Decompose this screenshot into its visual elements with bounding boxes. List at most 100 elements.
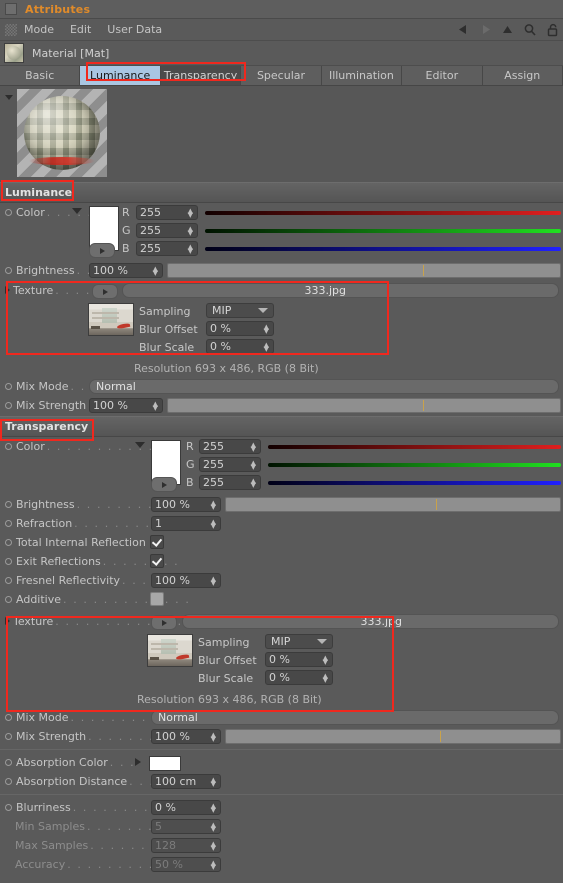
absorption-distance-bullet[interactable] [5,777,12,785]
tab-specular[interactable]: Specular [241,66,322,85]
transparency-fresnel-spinner[interactable]: ▲ ▼ [211,575,217,586]
transparency-color-expand-icon[interactable] [135,442,145,448]
luminance-mix-strength-slider[interactable] [167,398,561,413]
transparency-b-slider[interactable] [268,481,561,485]
luminance-brightness-field[interactable]: 100 % ▲ ▼ [89,263,163,278]
luminance-mix-mode-bullet[interactable] [5,382,12,390]
max-samples-field[interactable]: 128 ▲ ▼ [151,838,221,853]
min-samples-field[interactable]: 5 ▲ ▼ [151,819,221,834]
transparency-texture-menu-button[interactable] [151,615,177,630]
absorption-color-swatch[interactable] [149,756,181,771]
transparency-blur-offset-field[interactable]: 0 % ▲ ▼ [265,652,333,667]
luminance-texture-filename-field[interactable]: 333.jpg [122,283,559,298]
luminance-texture-expand-icon[interactable] [5,286,10,294]
luminance-mix-strength-bullet[interactable] [5,401,12,409]
transparency-tir-checkbox[interactable] [150,535,164,549]
transparency-b-field[interactable]: 255 ▲ ▼ [199,475,261,490]
luminance-color-mode-button[interactable] [89,243,115,258]
transparency-additive-bullet[interactable] [5,595,12,603]
transparency-color-mode-button[interactable] [151,477,177,492]
tab-illumination[interactable]: Illumination [321,66,403,85]
transparency-mix-mode-bullet[interactable] [5,713,12,721]
absorption-distance-spinner[interactable]: ▲ ▼ [211,776,217,787]
transparency-brightness-spinner[interactable]: ▲ ▼ [211,499,217,510]
luminance-texture-thumbnail[interactable] [88,303,134,336]
transparency-mix-strength-spinner[interactable]: ▲ ▼ [211,731,217,742]
luminance-b-slider[interactable] [205,247,561,251]
luminance-sampling-dropdown[interactable]: MIP [206,303,274,318]
transparency-g-spinner[interactable]: ▲ ▼ [251,459,257,470]
absorption-color-bullet[interactable] [5,758,12,766]
transparency-g-field[interactable]: 255 ▲ ▼ [199,457,261,472]
luminance-r-field[interactable]: 255 ▲ ▼ [136,205,198,220]
transparency-texture-expand-icon[interactable] [5,617,10,625]
transparency-r-slider[interactable] [268,445,561,449]
luminance-brightness-slider[interactable] [167,263,561,278]
collapse-triangle-icon[interactable] [5,95,13,100]
menu-mode[interactable]: Mode [24,23,54,36]
window-box-icon[interactable] [5,3,17,15]
up-arrow-icon[interactable] [501,23,514,36]
luminance-mix-strength-spinner[interactable]: ▲ ▼ [153,400,159,411]
absorption-distance-field[interactable]: 100 cm ▲ ▼ [151,774,221,789]
transparency-mix-mode-dropdown[interactable]: Normal [151,710,559,725]
luminance-blur-offset-spinner[interactable]: ▲ ▼ [264,323,270,334]
min-samples-spinner[interactable]: ▲ ▼ [211,821,217,832]
next-arrow-icon[interactable] [479,23,492,36]
luminance-g-slider[interactable] [205,229,561,233]
luminance-color-expand-icon[interactable] [72,208,82,214]
tab-editor[interactable]: Editor [402,66,483,85]
lock-icon[interactable] [546,23,559,37]
blurriness-field[interactable]: 0 % ▲ ▼ [151,800,221,815]
transparency-exit-reflections-checkbox[interactable] [150,554,164,568]
transparency-tir-bullet[interactable] [5,538,12,546]
menu-user-data[interactable]: User Data [107,23,162,36]
luminance-brightness-spinner[interactable]: ▲ ▼ [153,265,159,276]
transparency-fresnel-bullet[interactable] [5,576,12,584]
transparency-refraction-spinner[interactable]: ▲ ▼ [211,518,217,529]
transparency-exit-reflections-bullet[interactable] [5,557,12,565]
luminance-b-spinner[interactable]: ▲ ▼ [188,243,194,254]
transparency-brightness-bullet[interactable] [5,500,12,508]
tab-luminance[interactable]: Luminance [80,66,161,85]
transparency-sampling-dropdown[interactable]: MIP [265,634,333,649]
transparency-refraction-field[interactable]: 1 ▲ ▼ [151,516,221,531]
max-samples-spinner[interactable]: ▲ ▼ [211,840,217,851]
luminance-g-field[interactable]: 255 ▲ ▼ [136,223,198,238]
transparency-color-bullet[interactable] [5,442,12,450]
luminance-blur-scale-field[interactable]: 0 % ▲ ▼ [206,339,274,354]
grip-icon[interactable] [5,23,17,36]
luminance-blur-scale-spinner[interactable]: ▲ ▼ [264,341,270,352]
material-preview[interactable] [17,89,107,177]
transparency-fresnel-field[interactable]: 100 % ▲ ▼ [151,573,221,588]
tab-transparency[interactable]: Transparency [160,66,242,85]
transparency-r-field[interactable]: 255 ▲ ▼ [199,439,261,454]
prev-arrow-icon[interactable] [457,23,470,36]
accuracy-spinner[interactable]: ▲ ▼ [211,859,217,870]
transparency-b-spinner[interactable]: ▲ ▼ [251,477,257,488]
tab-assign[interactable]: Assign [482,66,563,85]
transparency-refraction-bullet[interactable] [5,519,12,527]
luminance-color-bullet[interactable] [5,208,12,216]
transparency-brightness-slider[interactable] [225,497,561,512]
luminance-brightness-bullet[interactable] [5,266,12,274]
luminance-texture-menu-button[interactable] [92,284,118,299]
luminance-r-spinner[interactable]: ▲ ▼ [188,207,194,218]
transparency-blur-offset-spinner[interactable]: ▲ ▼ [323,654,329,665]
luminance-blur-offset-field[interactable]: 0 % ▲ ▼ [206,321,274,336]
transparency-mix-strength-slider[interactable] [225,729,561,744]
transparency-r-spinner[interactable]: ▲ ▼ [251,441,257,452]
transparency-mix-strength-field[interactable]: 100 % ▲ ▼ [151,729,221,744]
transparency-texture-filename-field[interactable]: 333.jpg [182,614,559,629]
transparency-additive-checkbox[interactable] [150,592,164,606]
transparency-mix-strength-bullet[interactable] [5,732,12,740]
blurriness-bullet[interactable] [5,803,12,811]
luminance-r-slider[interactable] [205,211,561,215]
blurriness-spinner[interactable]: ▲ ▼ [211,802,217,813]
luminance-b-field[interactable]: 255 ▲ ▼ [136,241,198,256]
menu-edit[interactable]: Edit [70,23,91,36]
luminance-mix-mode-dropdown[interactable]: Normal [89,379,559,394]
accuracy-field[interactable]: 50 % ▲ ▼ [151,857,221,872]
search-icon[interactable] [523,23,537,37]
absorption-color-expand-icon[interactable] [135,758,141,766]
